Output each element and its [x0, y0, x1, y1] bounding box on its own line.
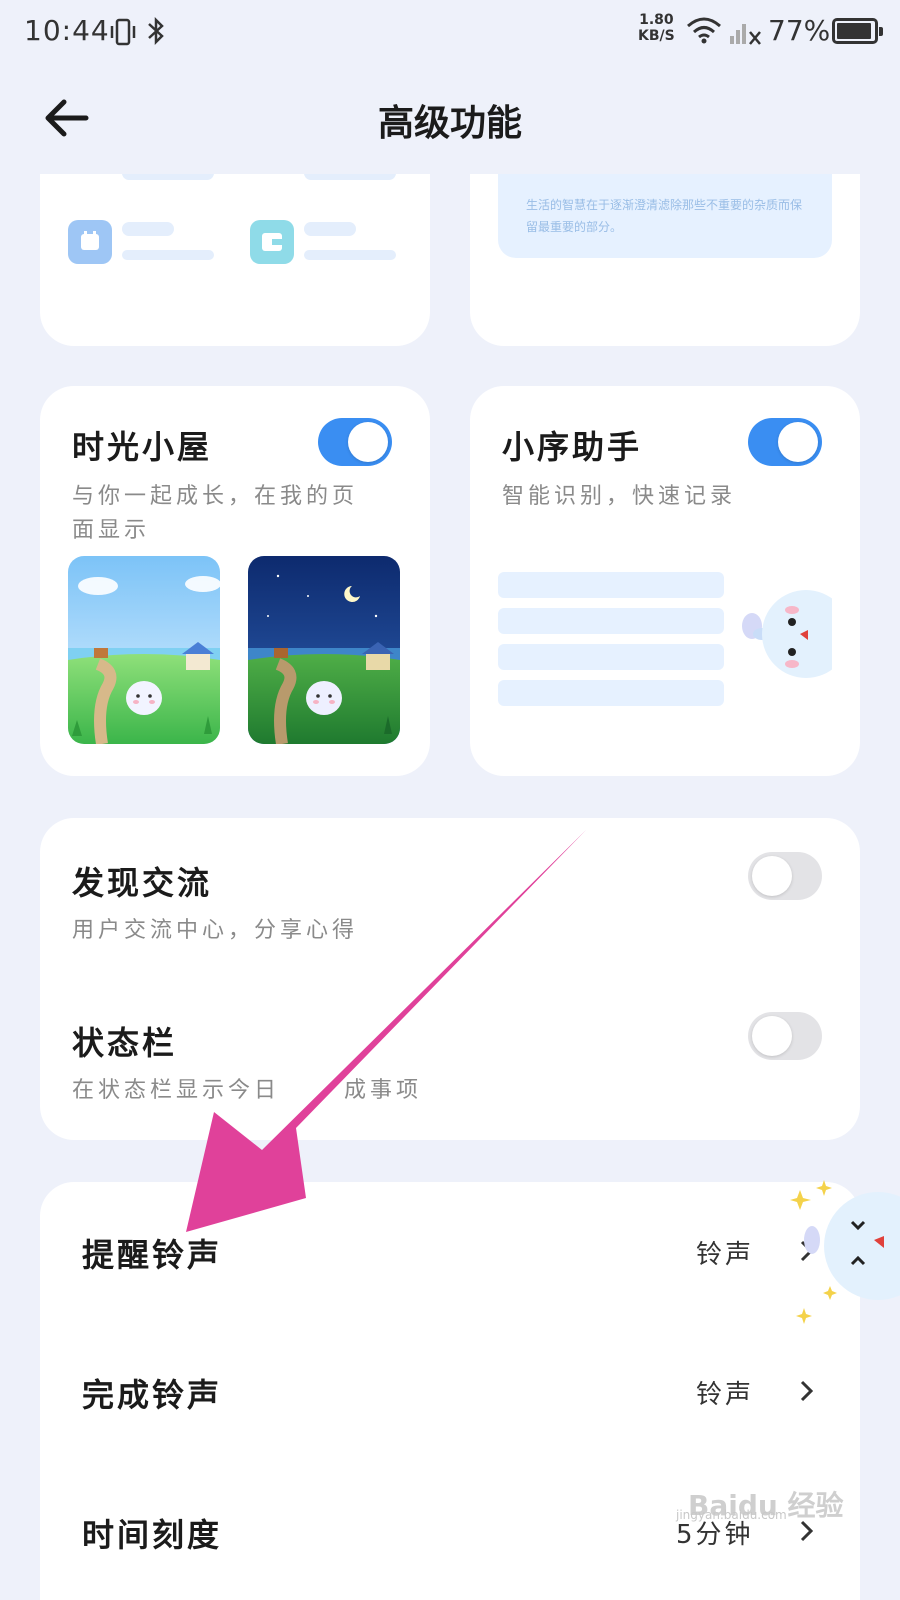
network-speed: 1.80 KB/S — [638, 12, 675, 44]
placeholder-bar — [498, 572, 724, 598]
settings-row-title: 完成铃声 — [82, 1376, 223, 1414]
status-bar: 10:44 1.80 KB/S 77% — [0, 0, 900, 64]
placeholder-line — [122, 222, 174, 236]
quote-card-preview[interactable]: 生活的智慧在于逐渐澄清滤除那些不重要的杂质而保留最重要的部分。 — [470, 150, 860, 346]
time-cabin-title: 时光小屋 — [72, 428, 213, 466]
toggles-card: 发现交流 用户交流中心，分享心得 状态栏 在状态栏显示今日 成事项 — [40, 818, 860, 1140]
battery-icon — [832, 18, 883, 44]
settings-row-title: 时间刻度 — [82, 1516, 223, 1554]
assistant-toggle[interactable] — [748, 418, 822, 466]
settings-row-value: 铃声 — [696, 1380, 755, 1410]
page-title: 高级功能 — [377, 103, 522, 144]
placeholder-bar — [498, 608, 724, 634]
watermark-url: jingyan.baidu.com — [676, 1508, 787, 1522]
mascot-icon — [742, 590, 832, 678]
settings-list-card: 提醒铃声 铃声 完成铃声 铃声 时间刻度 5分钟 — [40, 1182, 860, 1600]
signal-icon — [730, 24, 761, 45]
calendar-icon — [68, 220, 112, 264]
toggle-knob — [752, 856, 792, 896]
status-bar-setting-toggle[interactable] — [748, 1012, 822, 1060]
status-bar-setting-subtitle: 在状态栏显示今日 成事项 — [72, 1078, 423, 1103]
bluetooth-icon — [148, 16, 164, 46]
header-divider — [0, 150, 900, 174]
night-scene-image[interactable] — [248, 556, 400, 744]
placeholder-bar — [498, 680, 724, 706]
status-bar-setting-title: 状态栏 — [72, 1024, 178, 1062]
assistant-subtitle: 智能识别，快速记录 — [502, 484, 737, 509]
discover-title: 发现交流 — [72, 864, 213, 902]
toggle-knob — [778, 422, 818, 462]
placeholder-line — [304, 222, 356, 236]
settings-row-value: 铃声 — [696, 1240, 755, 1270]
status-time: 10:44 — [24, 14, 110, 47]
settings-row-title: 提醒铃声 — [82, 1236, 223, 1274]
time-cabin-card[interactable]: 时光小屋 与你一起成长，在我的页面显示 — [40, 386, 430, 776]
wifi-icon — [687, 17, 721, 44]
floating-mascot-icon[interactable] — [790, 1180, 900, 1340]
vibrate-icon — [110, 18, 136, 46]
chevron-right-icon — [800, 1380, 814, 1402]
assistant-card[interactable]: 小序助手 智能识别，快速记录 — [470, 386, 860, 776]
settings-row-time-scale[interactable]: 时间刻度 5分钟 — [40, 1462, 860, 1600]
wallet-icon — [250, 220, 294, 264]
day-scene-image[interactable] — [68, 556, 220, 744]
battery-percent: 77% — [768, 14, 831, 47]
widget-card-preview[interactable] — [40, 150, 430, 346]
settings-row-complete-sound[interactable]: 完成铃声 铃声 — [40, 1322, 860, 1462]
discover-subtitle: 用户交流中心，分享心得 — [72, 918, 359, 943]
assistant-title: 小序助手 — [502, 428, 643, 466]
placeholder-line — [304, 250, 396, 260]
toggle-knob — [348, 422, 388, 462]
time-cabin-subtitle: 与你一起成长，在我的页面显示 — [72, 484, 359, 543]
time-cabin-toggle[interactable] — [318, 418, 392, 466]
toggle-knob — [752, 1016, 792, 1056]
placeholder-line — [122, 250, 214, 260]
settings-row-reminder-sound[interactable]: 提醒铃声 铃声 — [40, 1182, 860, 1322]
placeholder-bar — [498, 644, 724, 670]
discover-toggle[interactable] — [748, 852, 822, 900]
